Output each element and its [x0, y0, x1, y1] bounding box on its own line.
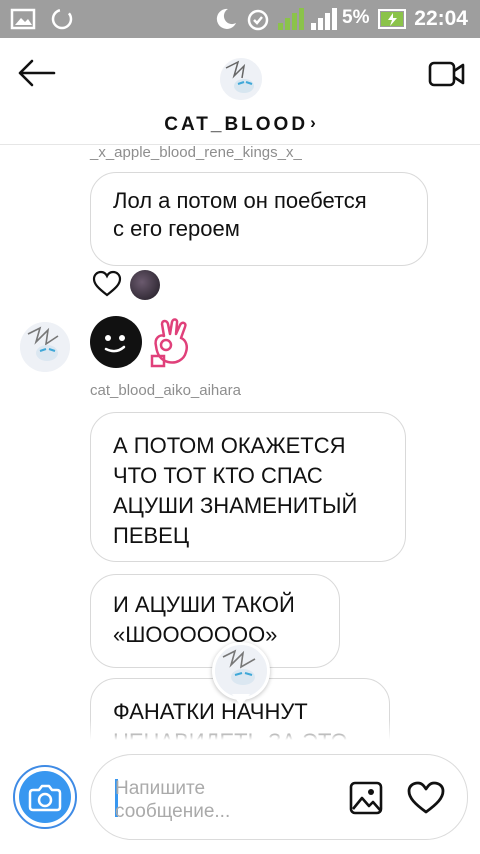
video-call-icon[interactable]	[428, 60, 466, 88]
battery-charging-icon	[378, 9, 406, 29]
like-reaction-icon[interactable]	[92, 270, 122, 298]
battery-percent: 5%	[342, 7, 370, 28]
message-sender: _x_apple_blood_rene_kings_x_	[90, 146, 302, 161]
avatar-image	[215, 645, 267, 697]
back-arrow-icon[interactable]	[16, 58, 56, 88]
status-bar: 5% 22:04	[0, 0, 480, 38]
message-bubble[interactable]: И АЦУШИ ТАКОЙ «ШООООООО»	[90, 574, 340, 668]
clock: 22:04	[414, 7, 468, 30]
camera-button-fill	[19, 771, 71, 823]
message-input[interactable]: Напишите сообщение...	[115, 777, 315, 823]
chat-title[interactable]: CAT_BLOOD ›	[0, 113, 480, 136]
typing-indicator-tail	[232, 694, 250, 706]
signal-sim2-icon	[311, 8, 337, 30]
gallery-notification-icon	[10, 8, 36, 30]
chat-header: CAT_BLOOD ›	[0, 38, 480, 145]
camera-button[interactable]	[13, 765, 77, 829]
ok-hand-emoji-icon[interactable]	[146, 316, 196, 368]
sender-avatar[interactable]	[20, 322, 70, 372]
message-text: А ПОТОМ ОКАЖЕТСЯ ЧТО ТОТ КТО СПАС АЦУШИ …	[113, 433, 358, 548]
sync-icon	[51, 8, 73, 30]
header-avatar[interactable]	[218, 56, 264, 102]
message-composer[interactable]: Напишите сообщение...	[90, 754, 468, 840]
message-sender: cat_blood_aiko_aihara	[90, 382, 241, 399]
gallery-icon[interactable]	[349, 781, 383, 815]
camera-icon	[28, 784, 62, 812]
heart-icon[interactable]	[407, 781, 445, 815]
emoji-face[interactable]	[90, 316, 142, 368]
avatar-image	[220, 58, 262, 100]
list-fade	[0, 720, 480, 740]
alarm-icon	[247, 9, 269, 31]
message-text: И АЦУШИ ТАКОЙ «ШООООООО»	[113, 592, 295, 647]
typing-indicator-avatar	[212, 642, 270, 700]
username: CAT_BLOOD	[164, 114, 309, 135]
chevron-right-icon: ›	[310, 113, 316, 132]
avatar-image	[20, 322, 70, 372]
signal-sim1-icon	[278, 8, 304, 30]
smirk-emoji-icon	[104, 335, 126, 353]
message-bubble[interactable]: Лол а потом он поебется с его героем	[90, 172, 428, 266]
message-text: Лол а потом он поебется с его героем	[113, 188, 367, 241]
reactor-avatar[interactable]	[130, 270, 160, 300]
moon-icon	[216, 8, 236, 29]
message-bubble[interactable]: А ПОТОМ ОКАЖЕТСЯ ЧТО ТОТ КТО СПАС АЦУШИ …	[90, 412, 406, 562]
